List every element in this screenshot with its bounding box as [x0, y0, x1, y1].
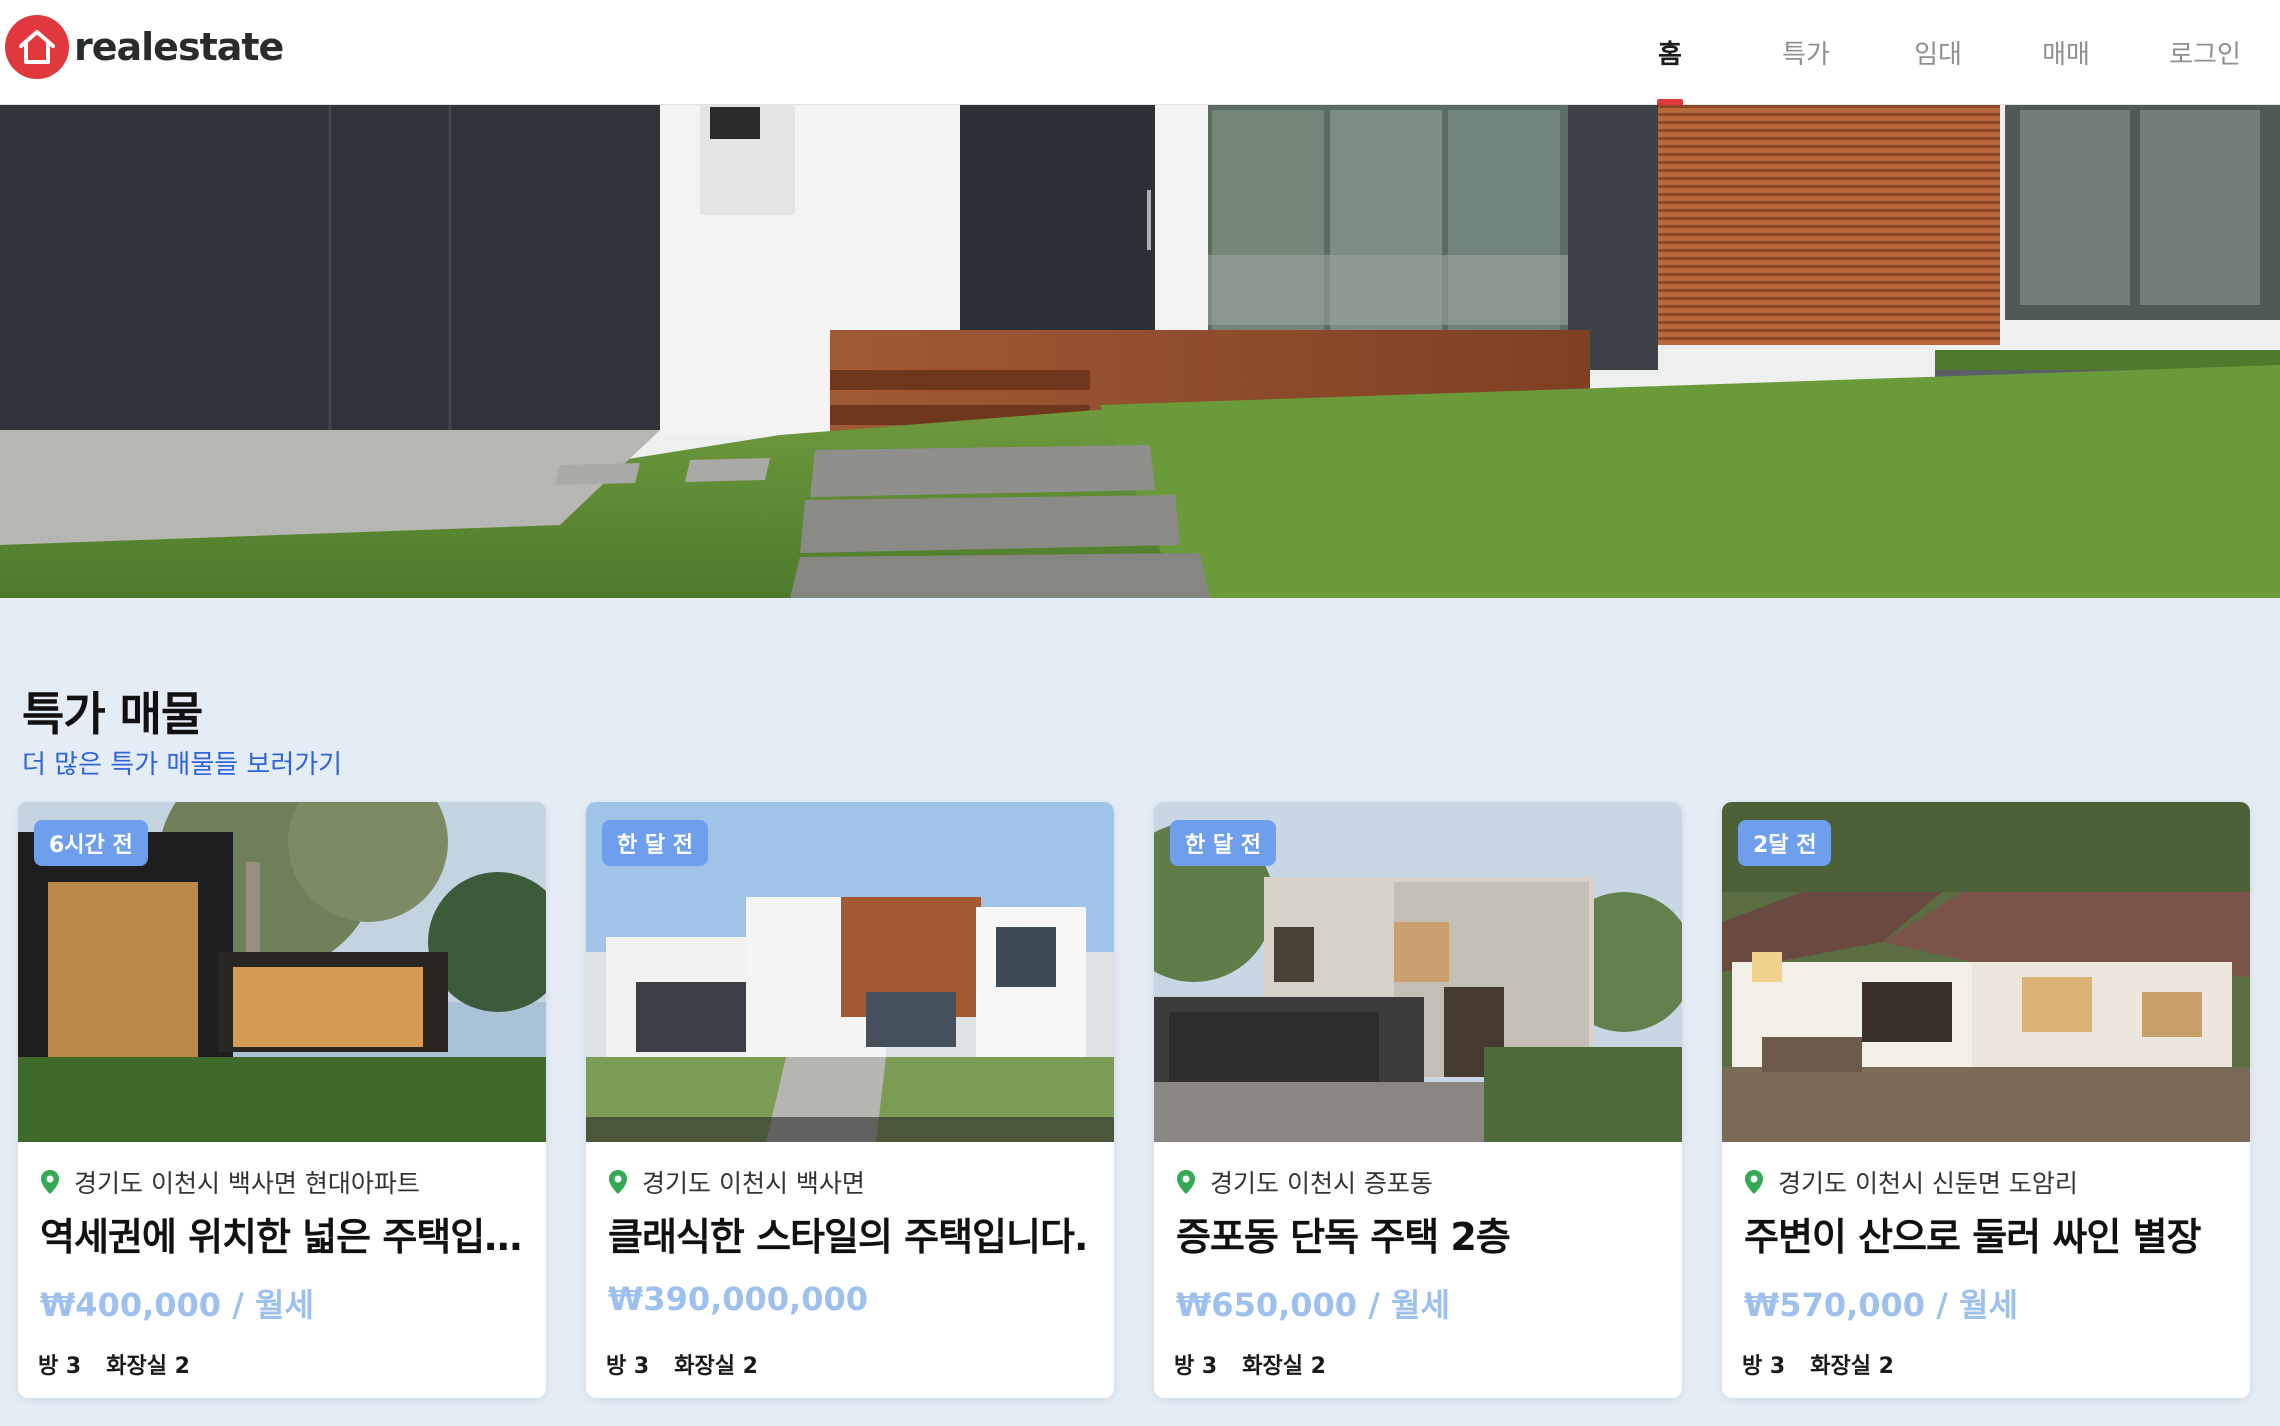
listing-meta: 방 3 화장실 2	[1174, 1348, 1351, 1380]
listed-time-badge: 한 달 전	[1170, 820, 1277, 866]
listing-location: 경기도 이천시 신둔면 도암리	[1744, 1164, 2078, 1200]
baths-count: 화장실 2	[106, 1354, 190, 1379]
listing-meta: 방 3 화장실 2	[606, 1348, 783, 1380]
nav-home-label: 홈	[1658, 40, 1682, 70]
listed-time-badge: 한 달 전	[602, 820, 709, 866]
active-indicator	[1657, 99, 1683, 105]
location-text: 경기도 이천시 신둔면 도암리	[1778, 1169, 2078, 1198]
listing-location: 경기도 이천시 백사면	[608, 1164, 865, 1200]
nav-sale[interactable]: 매매	[2002, 0, 2130, 105]
map-pin-icon	[1745, 1170, 1763, 1194]
brand-logo[interactable]: realestate	[5, 15, 284, 79]
listing-title: 역세권에 위치한 넓은 주택입니다	[40, 1215, 530, 1259]
map-pin-icon	[41, 1170, 59, 1194]
listing-card[interactable]: 한 달 전 경기도 이천시 증포동 증포동 단독 주택 2층 ₩650,000 …	[1154, 802, 1682, 1398]
more-deals-link[interactable]: 더 많은 특가 매물들 보러가기	[22, 744, 342, 781]
baths-count: 화장실 2	[1810, 1354, 1894, 1379]
nav-deals-label: 특가	[1782, 40, 1830, 70]
house-icon	[5, 15, 69, 79]
nav-home[interactable]: 홈	[1602, 0, 1738, 105]
nav-sale-label: 매매	[2042, 40, 2090, 70]
listed-time-badge: 6시간 전	[34, 820, 148, 866]
baths-count: 화장실 2	[1242, 1354, 1326, 1379]
nav-deals[interactable]: 특가	[1738, 0, 1874, 105]
listing-title: 증포동 단독 주택 2층	[1176, 1215, 1511, 1259]
listing-card[interactable]: 2달 전 경기도 이천시 신둔면 도암리 주변이 산으로 둘러 싸인 별장 ₩5…	[1722, 802, 2250, 1398]
baths-count: 화장실 2	[674, 1354, 758, 1379]
rooms-count: 방 3	[38, 1354, 82, 1379]
location-text: 경기도 이천시 증포동	[1210, 1169, 1433, 1198]
section-title: 특가 매물	[22, 687, 203, 741]
listing-meta: 방 3 화장실 2	[1742, 1348, 1919, 1380]
location-text: 경기도 이천시 백사면	[642, 1169, 865, 1198]
top-header: realestate 홈 특가 임대 매매 로그인	[0, 0, 2280, 105]
map-pin-icon	[1177, 1170, 1195, 1194]
listing-price: ₩400,000 / 월세	[40, 1286, 314, 1324]
listing-price: ₩570,000 / 월세	[1744, 1286, 2018, 1324]
listing-title: 주변이 산으로 둘러 싸인 별장	[1744, 1215, 2201, 1259]
listing-card[interactable]: 6시간 전 경기도 이천시 백사면 현대아파트 역세권에 위치한 넓은 주택입니…	[18, 802, 546, 1398]
nav-rent-label: 임대	[1914, 40, 1962, 70]
hero-house-image	[0, 105, 2280, 598]
listing-location: 경기도 이천시 증포동	[1176, 1164, 1433, 1200]
listing-price: ₩390,000,000	[608, 1280, 868, 1318]
listing-meta: 방 3 화장실 2	[38, 1348, 215, 1380]
listing-card[interactable]: 한 달 전 경기도 이천시 백사면 클래식한 스타일의 주택입니다. ₩390,…	[586, 802, 1114, 1398]
nav-rent[interactable]: 임대	[1874, 0, 2002, 105]
rooms-count: 방 3	[1174, 1354, 1218, 1379]
rooms-count: 방 3	[1742, 1354, 1786, 1379]
listing-title: 클래식한 스타일의 주택입니다.	[608, 1215, 1088, 1259]
location-text: 경기도 이천시 백사면 현대아파트	[74, 1169, 420, 1198]
main-nav: 홈 특가 임대 매매 로그인	[1602, 0, 2280, 105]
map-pin-icon	[609, 1170, 627, 1194]
listing-location: 경기도 이천시 백사면 현대아파트	[40, 1164, 420, 1200]
listed-time-badge: 2달 전	[1738, 820, 1832, 866]
rooms-count: 방 3	[606, 1354, 650, 1379]
nav-login-label: 로그인	[2169, 40, 2241, 70]
nav-login[interactable]: 로그인	[2130, 0, 2280, 105]
brand-name: realestate	[74, 25, 284, 69]
listing-price: ₩650,000 / 월세	[1176, 1286, 1450, 1324]
